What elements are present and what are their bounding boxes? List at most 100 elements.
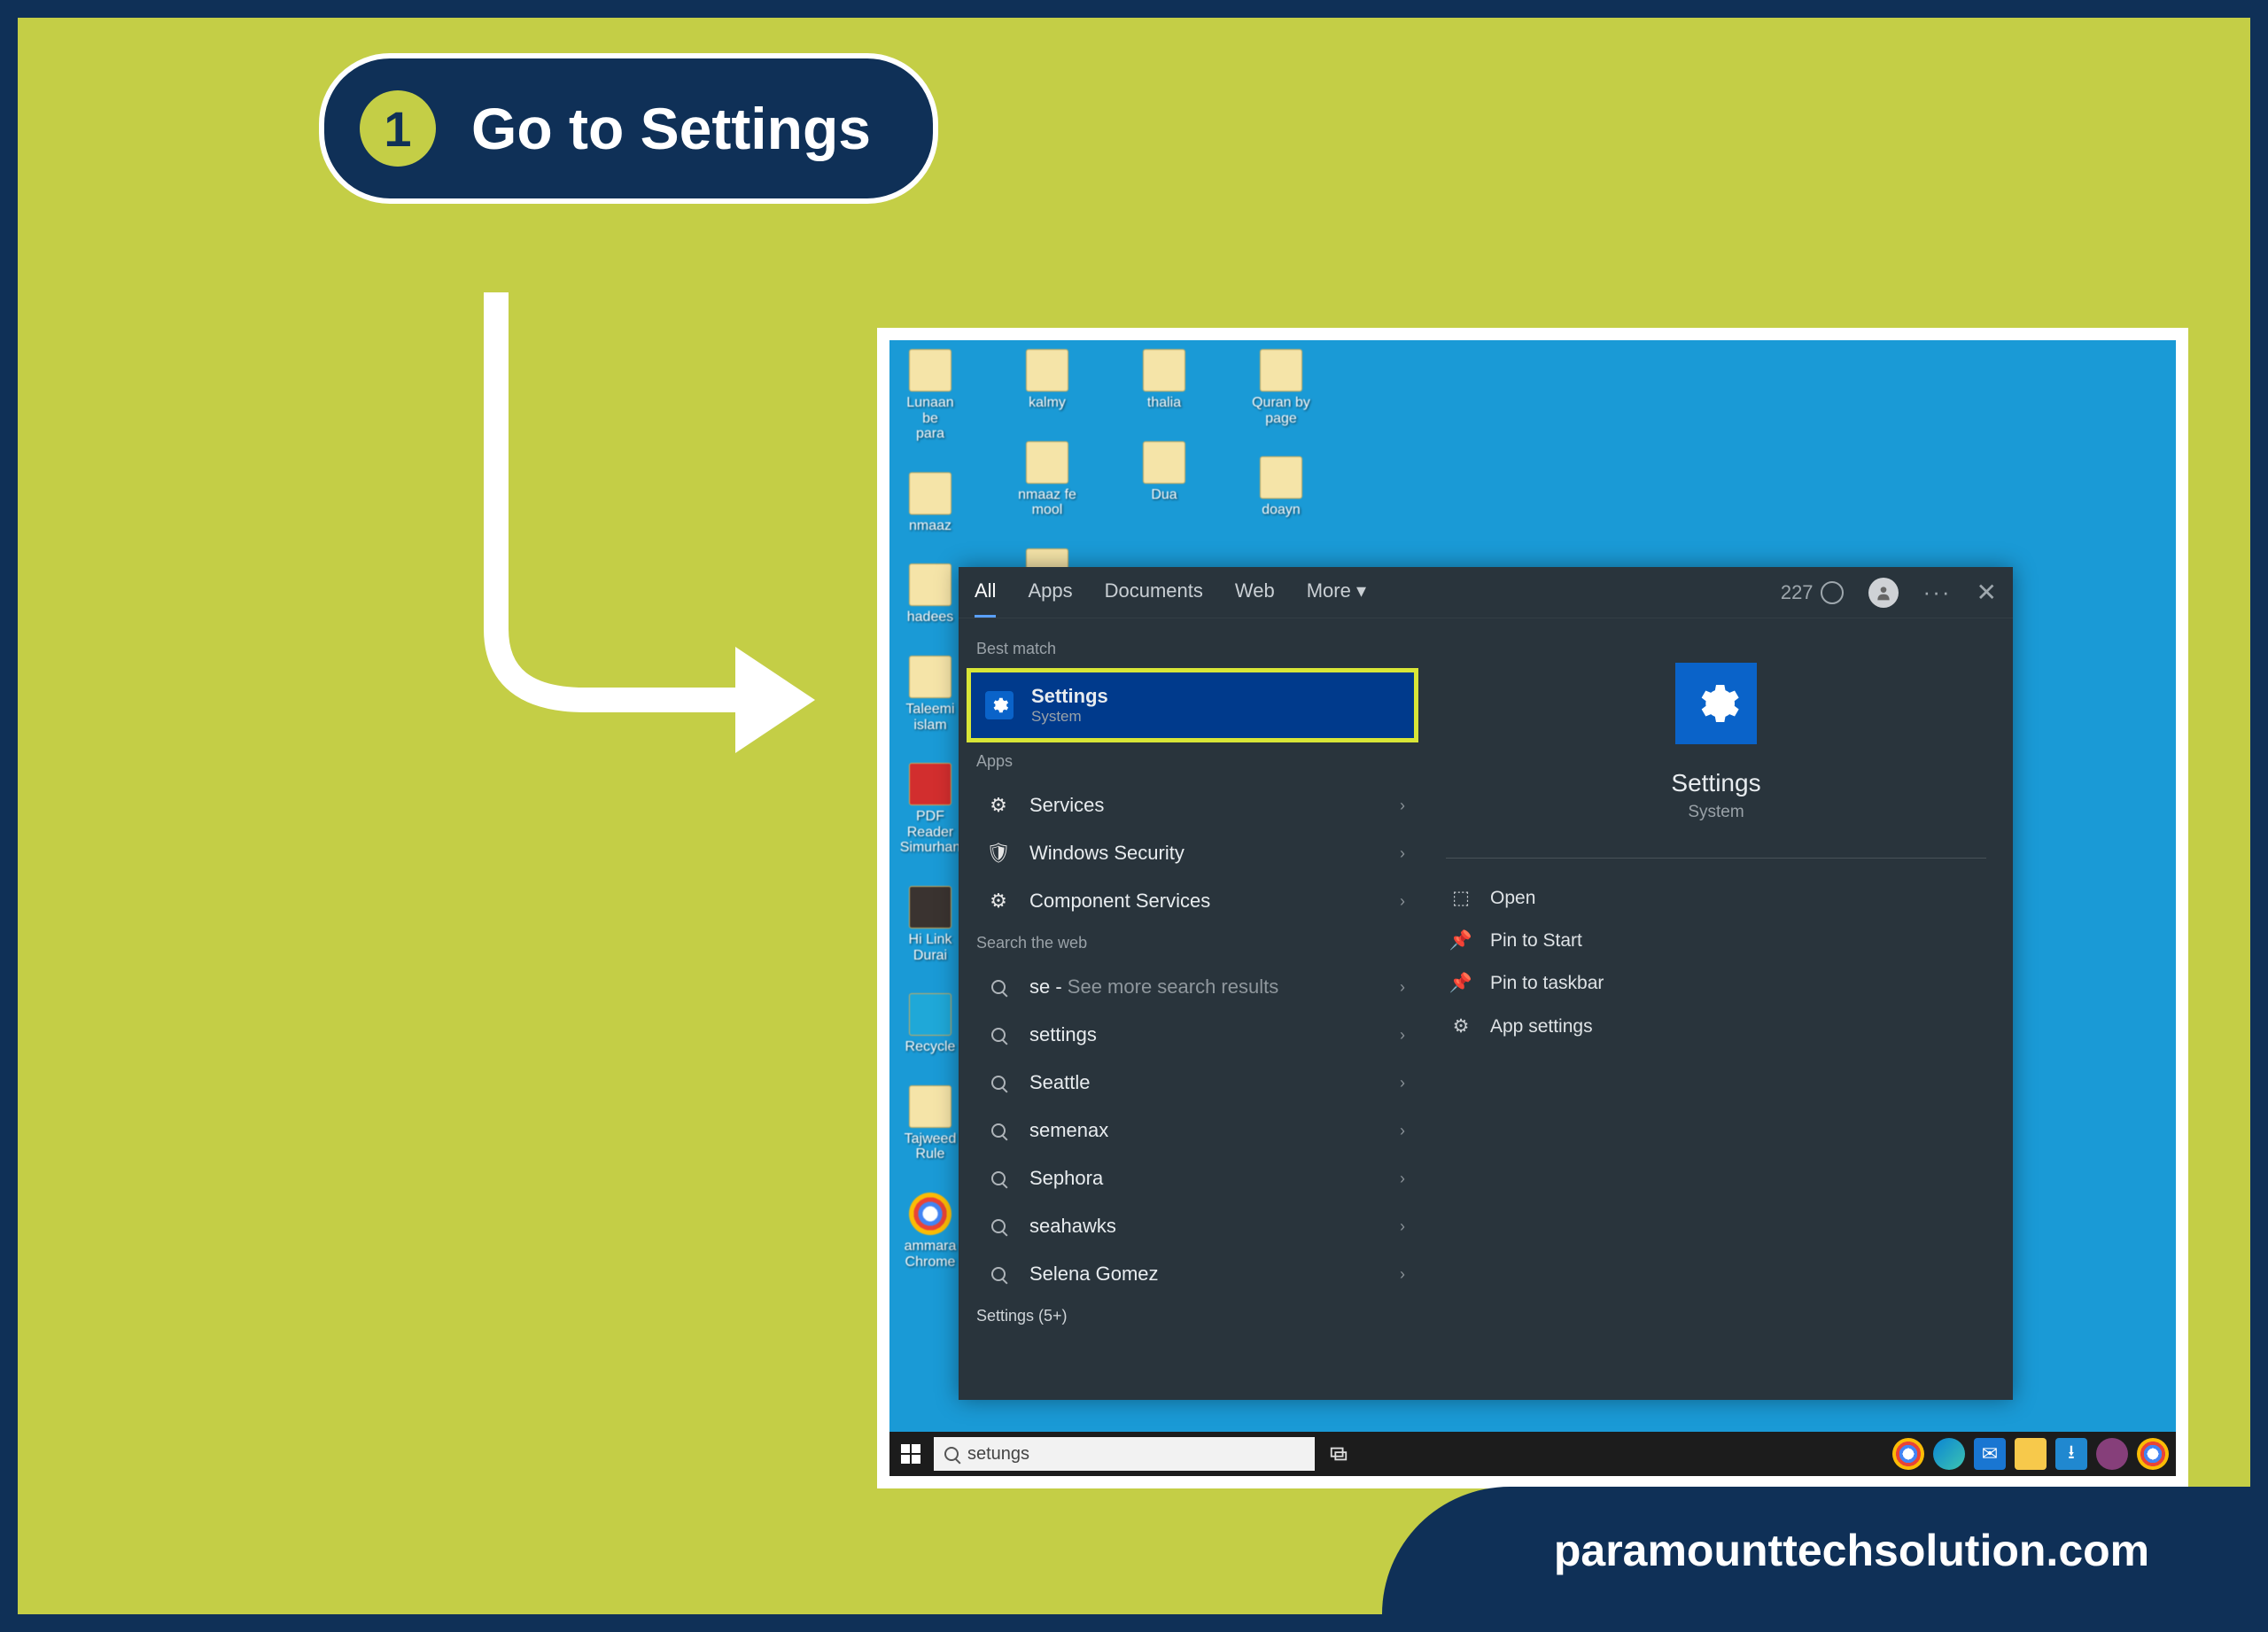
search-tab-web[interactable]: Web [1235,567,1275,618]
web-label: semenax [1029,1119,1108,1142]
app-label: Windows Security [1029,842,1184,865]
search-tab-more[interactable]: More ▾ [1307,567,1366,618]
desktop-icon[interactable]: thalia [1132,349,1196,411]
folder-icon [1260,349,1302,392]
folder-icon [909,886,951,929]
desktop-icon[interactable]: Recycle [898,993,962,1055]
taskbar-app-chrome-2[interactable] [2137,1438,2169,1470]
chevron-right-icon: › [1400,892,1405,911]
web-result[interactable]: Sephora› [971,1154,1419,1202]
desktop-icon[interactable]: Quran by page [1249,349,1313,426]
action-icon: 📌 [1449,930,1472,952]
desktop-icon[interactable]: Tajweed Rule [898,1085,962,1162]
windows-desktop: Lunaan be para nmaaz hadees Taleemi islam PD… [889,340,2176,1476]
app-result[interactable]: ⚙Component Services› [971,877,1419,925]
search-preview-pane: Settings System ⬚Open📌Pin to Start📌Pin t… [1419,618,2013,1400]
folder-icon [909,763,951,805]
search-icon [985,1213,1012,1240]
folder-icon [1143,349,1185,392]
web-result[interactable]: settings› [971,1011,1419,1059]
web-result[interactable]: semenax › [971,1107,1419,1154]
desktop-icon[interactable]: doayn [1249,456,1313,518]
action-icon: ⚙ [1449,1015,1472,1037]
desktop-icon-label: Dua [1151,487,1177,503]
desktop-icon[interactable]: Taleemi islam [898,656,962,733]
folder-icon [909,1193,951,1235]
desktop-icon-label: Taleemi islam [905,702,954,733]
desktop-icon[interactable]: PDF Reader Simurhan [898,763,962,856]
desktop-icon-label: doayn [1262,502,1301,518]
app-label: Component Services [1029,890,1210,913]
search-icon [985,1117,1012,1144]
search-tab-all[interactable]: All [975,567,996,618]
preview-subtitle: System [1688,803,1744,822]
taskbar-app-generic[interactable] [2096,1438,2128,1470]
best-match-title: Settings [1031,685,1108,708]
taskbar-search-box[interactable] [934,1437,1315,1471]
desktop-icon[interactable]: hadees [898,563,962,626]
app-result[interactable]: 🛡Windows Security› [971,829,1419,877]
desktop-icon-label: Hi Link Durai [909,932,952,963]
windows-logo-icon [901,1444,920,1464]
action-label: Pin to Start [1490,930,1582,952]
search-header-right: 227 ··· ✕ [1781,578,1997,608]
folder-icon [1260,456,1302,499]
desktop-icon-label: nmaaz fe mool [1018,487,1076,518]
taskbar-app-explorer[interactable] [2015,1438,2047,1470]
best-match-subtitle: System [1031,708,1108,726]
rewards-points[interactable]: 227 [1781,581,1844,604]
web-result[interactable]: Seattle › [971,1059,1419,1107]
step-number: 1 [360,90,436,167]
desktop-icon-label: Lunaan be para [898,395,962,442]
search-tab-documents[interactable]: Documents [1105,567,1203,618]
taskbar-app-chrome[interactable] [1892,1438,1924,1470]
desktop-icon[interactable]: ammara Chrome [898,1193,962,1270]
web-result[interactable]: se - See more search results› [971,963,1419,1011]
desktop-icon[interactable]: Dua [1132,441,1196,503]
chevron-right-icon: › [1400,978,1405,997]
desktop-icon[interactable]: nmaaz [898,472,962,534]
footer-text: paramounttechsolution.com [1554,1525,2149,1576]
desktop-icon-label: Recycle [905,1039,956,1055]
desktop-icon[interactable]: Hi Link Durai [898,886,962,963]
start-search-panel: All Apps Documents Web More ▾ 227 ··· ✕ [959,567,2013,1400]
taskbar-app-edge[interactable] [1933,1438,1965,1470]
web-result[interactable]: seahawks› [971,1202,1419,1250]
section-more-settings[interactable]: Settings (5+) [971,1298,1419,1336]
preview-action[interactable]: ⚙ App settings [1446,1005,1986,1048]
web-label: Selena Gomez [1029,1263,1159,1286]
desktop-icon-label: nmaaz [909,518,951,534]
search-tab-apps[interactable]: Apps [1028,567,1072,618]
desktop-icon-label: PDF Reader Simurhan [898,809,962,856]
more-options-button[interactable]: ··· [1923,579,1952,606]
action-icon: 📌 [1449,973,1472,994]
close-button[interactable]: ✕ [1977,578,1997,607]
user-avatar[interactable] [1868,578,1899,608]
folder-icon [1026,349,1068,392]
app-result[interactable]: ⚙Services› [971,781,1419,829]
desktop-icon[interactable]: nmaaz fe mool [1015,441,1079,518]
taskbar-app-store[interactable]: ⭳ [2055,1438,2087,1470]
folder-icon [909,1085,951,1128]
folder-icon [909,472,951,515]
web-label: Seattle [1029,1071,1091,1094]
desktop-icon[interactable]: kalmy [1015,349,1079,411]
chevron-right-icon: › [1400,1217,1405,1236]
best-match-settings[interactable]: Settings System [971,672,1414,738]
preview-action[interactable]: ⬚Open [1446,876,1986,920]
action-label: App settings [1490,1016,1593,1037]
task-view-button[interactable] [1324,1439,1354,1469]
section-apps: Apps [971,743,1419,781]
tutorial-frame: 1 Go to Settings Lunaan be paranmaazhade… [0,0,2268,1632]
divider [1446,858,1986,859]
taskbar-app-mail[interactable]: ✉ [1974,1438,2006,1470]
chevron-right-icon: › [1400,1122,1405,1140]
desktop-icon[interactable]: Lunaan be para [898,349,962,442]
start-button[interactable] [897,1440,925,1468]
chevron-right-icon: › [1400,1074,1405,1092]
preview-action[interactable]: 📌Pin to taskbar [1446,962,1986,1005]
preview-actions: ⬚Open 📌 Pin to Start 📌Pin to taskbar ⚙ App se… [1446,876,1986,1048]
search-input[interactable] [967,1444,1304,1465]
preview-action[interactable]: 📌 Pin to Start [1446,920,1986,962]
web-result[interactable]: Selena Gomez› [971,1250,1419,1298]
